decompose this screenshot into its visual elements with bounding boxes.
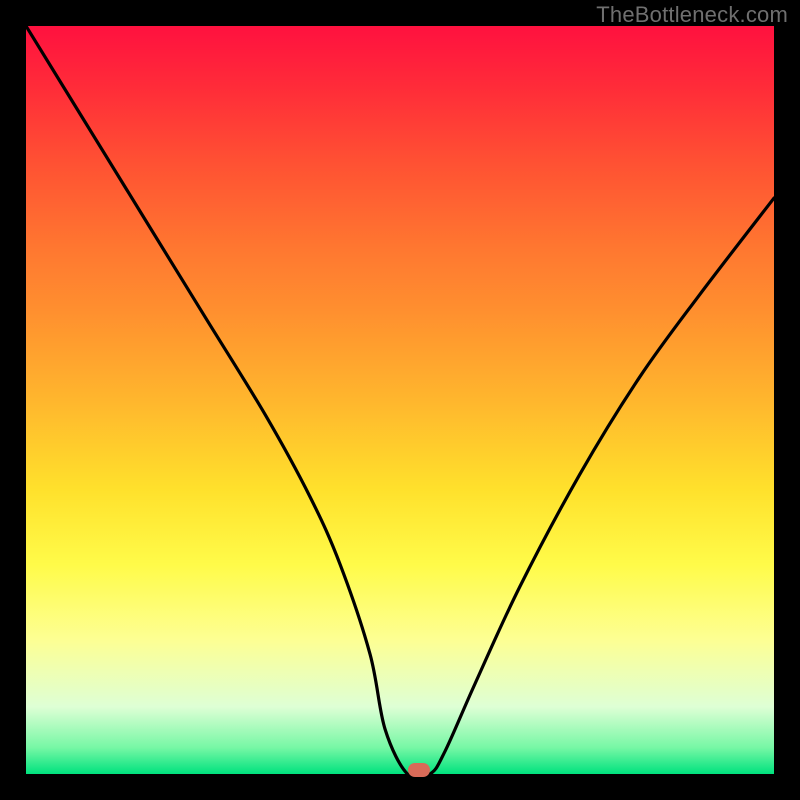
watermark-text: TheBottleneck.com — [596, 2, 788, 28]
optimal-point-marker — [408, 763, 430, 777]
chart-frame: TheBottleneck.com — [0, 0, 800, 800]
bottleneck-curve — [26, 26, 774, 774]
plot-area — [26, 26, 774, 774]
